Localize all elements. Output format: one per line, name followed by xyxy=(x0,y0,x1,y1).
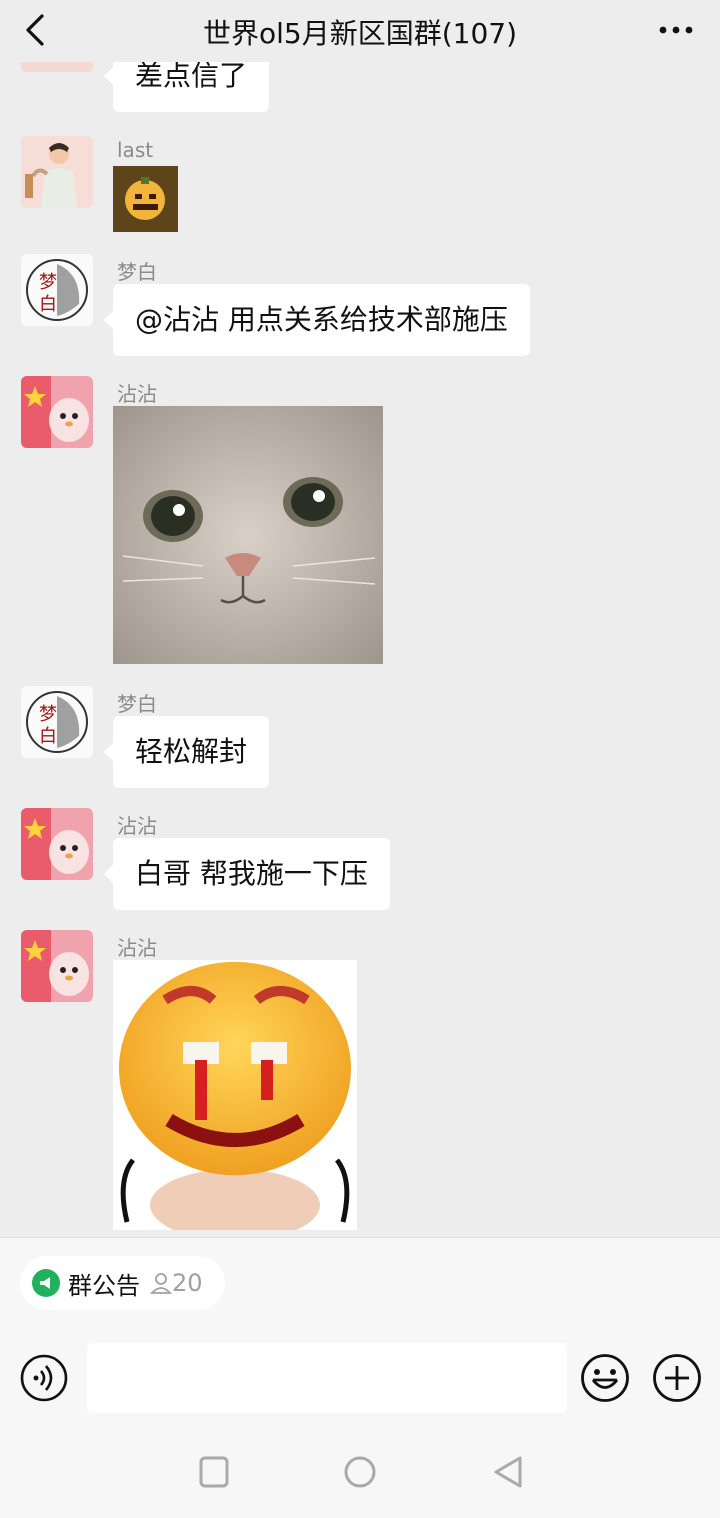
sender-name: 沾沾 xyxy=(117,814,157,838)
more-features-button[interactable] xyxy=(652,1353,702,1407)
group-notice-chip[interactable]: 群公告 20 xyxy=(20,1256,225,1310)
crying-cat-sticker[interactable] xyxy=(113,406,383,664)
bleeding-emoji-sticker[interactable] xyxy=(113,960,357,1230)
sender-name: last xyxy=(117,138,154,162)
avatar[interactable] xyxy=(21,930,93,1002)
recent-apps-icon xyxy=(199,1456,229,1488)
svg-text:梦: 梦 xyxy=(39,704,57,725)
plus-icon xyxy=(653,1354,701,1402)
svg-text:白: 白 xyxy=(39,726,57,747)
sender-name: 沾沾 xyxy=(117,382,157,406)
more-dots-icon xyxy=(659,26,693,34)
emoji-button[interactable] xyxy=(580,1353,630,1407)
member-count: 20 xyxy=(150,1269,203,1297)
voice-icon xyxy=(20,1354,68,1402)
message-input[interactable] xyxy=(87,1343,567,1413)
nav-back-button[interactable] xyxy=(490,1450,526,1498)
home-icon xyxy=(344,1456,376,1488)
top-bar: 世界ol5月新区国群(107) xyxy=(0,0,720,62)
member-count-value: 20 xyxy=(172,1269,203,1297)
avatar[interactable] xyxy=(21,376,93,448)
avatar[interactable]: 梦 白 xyxy=(21,254,93,326)
message-bubble[interactable]: @沾沾 用点关系给技术部施压 xyxy=(104,284,530,356)
megaphone-icon xyxy=(32,1269,60,1297)
more-button[interactable] xyxy=(654,14,698,46)
recent-apps-button[interactable] xyxy=(198,1450,230,1498)
chat-area[interactable]: 差点信了 last 梦 白 梦白 @沾沾 用点关系给技术部施压 沾沾 梦 白 梦… xyxy=(0,62,720,1237)
avatar[interactable] xyxy=(21,136,93,208)
voice-button[interactable] xyxy=(20,1354,68,1406)
back-triangle-icon xyxy=(494,1456,522,1488)
svg-text:白: 白 xyxy=(39,294,57,315)
avatar[interactable]: 梦 白 xyxy=(21,686,93,758)
group-notice-label: 群公告 xyxy=(68,1271,140,1300)
pumpkin-emoji-sticker[interactable] xyxy=(113,166,178,232)
sender-name: 梦白 xyxy=(117,260,157,284)
sender-name: 沾沾 xyxy=(117,936,157,960)
message-bubble[interactable]: 轻松解封 xyxy=(103,716,270,788)
svg-text:梦: 梦 xyxy=(39,272,57,293)
home-button[interactable] xyxy=(342,1450,378,1498)
sender-name: 梦白 xyxy=(117,692,157,716)
avatar[interactable] xyxy=(21,808,93,880)
person-icon xyxy=(150,1273,172,1294)
emoji-icon xyxy=(581,1354,629,1402)
message-bubble[interactable]: 差点信了 xyxy=(103,62,270,112)
message-bubble[interactable]: 白哥 帮我施一下压 xyxy=(104,838,390,910)
avatar[interactable] xyxy=(21,62,93,72)
chat-title: 世界ol5月新区国群(107) xyxy=(202,17,518,50)
